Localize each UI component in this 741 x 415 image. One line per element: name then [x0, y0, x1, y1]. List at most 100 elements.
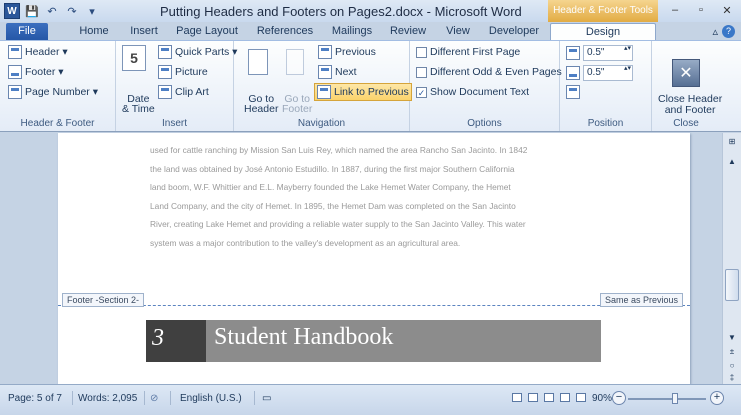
tab-developer[interactable]: Developer: [484, 23, 544, 40]
footer-label: Footer ▾: [25, 66, 64, 78]
body-line: the land was obtained by José Antonio Es…: [150, 163, 515, 174]
next-button[interactable]: Next: [318, 65, 357, 79]
status-divider: [254, 391, 255, 405]
previous-page-icon[interactable]: ±: [725, 347, 739, 359]
draft-view-icon[interactable]: [576, 393, 586, 402]
go-to-footer-icon: [286, 49, 304, 75]
group-close: ✕ Close Header and Footer Close: [652, 41, 722, 131]
show-document-text-option[interactable]: ✓ Show Document Text: [416, 86, 529, 98]
zoom-slider-thumb[interactable]: [671, 393, 678, 404]
zoom-slider-track[interactable]: [628, 398, 706, 400]
web-layout-icon[interactable]: [544, 393, 554, 402]
outline-view-icon[interactable]: [560, 393, 570, 402]
tab-review[interactable]: Review: [384, 23, 432, 40]
different-first-page-option[interactable]: Different First Page: [416, 46, 520, 58]
ribbon: Header ▾ Footer ▾ Page Number ▾ Header &…: [0, 40, 741, 132]
scroll-thumb[interactable]: [725, 269, 739, 301]
tab-design[interactable]: Design: [550, 23, 656, 40]
next-label: Next: [335, 66, 357, 78]
go-to-header-label-2: Header: [244, 103, 279, 115]
picture-button[interactable]: Picture: [158, 65, 208, 79]
macro-record-icon[interactable]: ▭: [262, 393, 271, 404]
footer-section-tag: Footer -Section 2-: [62, 293, 145, 307]
different-odd-even-checkbox[interactable]: [416, 66, 427, 78]
quick-parts-icon: [158, 45, 172, 59]
status-divider: [72, 391, 73, 405]
group-label-header-footer: Header & Footer: [20, 118, 95, 129]
tab-mailings[interactable]: Mailings: [326, 23, 378, 40]
redo-icon[interactable]: ↷: [64, 3, 80, 19]
clip-art-button[interactable]: Clip Art: [158, 85, 209, 99]
close-button[interactable]: ✕: [717, 2, 737, 18]
status-divider: [144, 391, 145, 405]
undo-icon[interactable]: ↶: [44, 3, 60, 19]
footer-from-bottom-input[interactable]: 0.5": [583, 65, 633, 81]
header-from-top-input[interactable]: 0.5": [583, 45, 633, 61]
different-first-page-label: Different First Page: [430, 46, 521, 58]
close-header-footer-icon[interactable]: ✕: [672, 59, 700, 87]
customize-qat-icon[interactable]: ▾: [84, 3, 100, 19]
link-to-previous-button[interactable]: Link to Previous: [314, 83, 412, 101]
header-label: Header ▾: [25, 46, 68, 58]
close-header-footer-button[interactable]: Close Header and Footer: [658, 94, 722, 116]
ribbon-tabs: File Home Insert Page Layout References …: [0, 22, 741, 40]
different-odd-even-option[interactable]: Different Odd & Even Pages: [416, 66, 562, 78]
header-button[interactable]: Header ▾: [8, 45, 68, 59]
show-document-text-checkbox[interactable]: ✓: [416, 86, 427, 98]
word-count[interactable]: Words: 2,095: [78, 393, 137, 404]
proofing-icon[interactable]: ⊘: [150, 393, 158, 404]
save-icon[interactable]: 💾: [24, 3, 40, 19]
group-header-footer: Header ▾ Footer ▾ Page Number ▾ Header &…: [0, 41, 116, 131]
footer-boundary: [58, 305, 690, 306]
group-insert: 5 Date & Time Quick Parts ▾ Picture Clip…: [116, 41, 237, 131]
vertical-scrollbar[interactable]: ⊞ ▲ ▼ ± ○ ‡: [722, 133, 741, 384]
minimize-ribbon-icon[interactable]: ▵: [712, 25, 718, 38]
tab-view[interactable]: View: [440, 23, 476, 40]
group-label-navigation: Navigation: [297, 118, 346, 129]
header-icon: [8, 45, 22, 59]
full-screen-reading-icon[interactable]: [528, 393, 538, 402]
maximize-button[interactable]: ▫: [691, 2, 711, 18]
language[interactable]: English (U.S.): [180, 393, 242, 404]
date-time-button[interactable]: Date & Time: [122, 94, 155, 115]
footer-title[interactable]: Student Handbook: [214, 324, 393, 351]
zoom-in-button[interactable]: +: [710, 391, 724, 405]
insert-alignment-tab-button[interactable]: [566, 85, 580, 99]
tab-references[interactable]: References: [252, 23, 318, 40]
date-time-label-2: & Time: [122, 103, 155, 115]
tab-page-layout[interactable]: Page Layout: [174, 23, 240, 40]
zoom-level[interactable]: 90%: [592, 393, 612, 404]
help-icon[interactable]: ?: [722, 25, 735, 38]
footer-page-number[interactable]: 3: [146, 320, 206, 362]
previous-button[interactable]: Previous: [318, 45, 376, 59]
page-number-button[interactable]: Page Number ▾: [8, 85, 98, 99]
title-bar: W 💾 ↶ ↷ ▾ Putting Headers and Footers on…: [0, 0, 741, 22]
different-first-page-checkbox[interactable]: [416, 46, 427, 58]
zoom-out-button[interactable]: −: [612, 391, 626, 405]
footer-button[interactable]: Footer ▾: [8, 65, 64, 79]
date-time-icon[interactable]: 5: [122, 45, 146, 71]
help-area: ▵ ?: [712, 25, 735, 38]
group-label-options: Options: [467, 118, 502, 129]
page-number-icon: [8, 85, 22, 99]
tab-file[interactable]: File: [6, 23, 48, 40]
tab-insert[interactable]: Insert: [124, 23, 164, 40]
print-layout-view-icon[interactable]: [512, 393, 522, 402]
minimize-button[interactable]: –: [665, 2, 685, 18]
go-to-footer-label-2: Footer: [282, 103, 313, 115]
scroll-down-icon[interactable]: ▼: [725, 333, 739, 345]
scroll-up-icon[interactable]: ▲: [725, 157, 739, 169]
go-to-header-button[interactable]: Go to Header: [244, 94, 279, 115]
clip-art-label: Clip Art: [175, 86, 209, 98]
body-text[interactable]: used for cattle ranching by Mission San …: [150, 141, 600, 252]
word-app-icon[interactable]: W: [4, 3, 20, 19]
quick-parts-button[interactable]: Quick Parts ▾: [158, 45, 237, 59]
ruler-toggle-icon[interactable]: ⊞: [725, 137, 739, 149]
footer-icon: [8, 65, 22, 79]
page-count[interactable]: Page: 5 of 7: [8, 393, 62, 404]
tab-home[interactable]: Home: [74, 23, 114, 40]
window-controls: – ▫ ✕: [665, 2, 737, 18]
browse-object-icon[interactable]: ○: [725, 361, 739, 373]
body-line: used for cattle ranching by Mission San …: [150, 145, 528, 155]
header-position-row: 0.5": [566, 45, 633, 61]
